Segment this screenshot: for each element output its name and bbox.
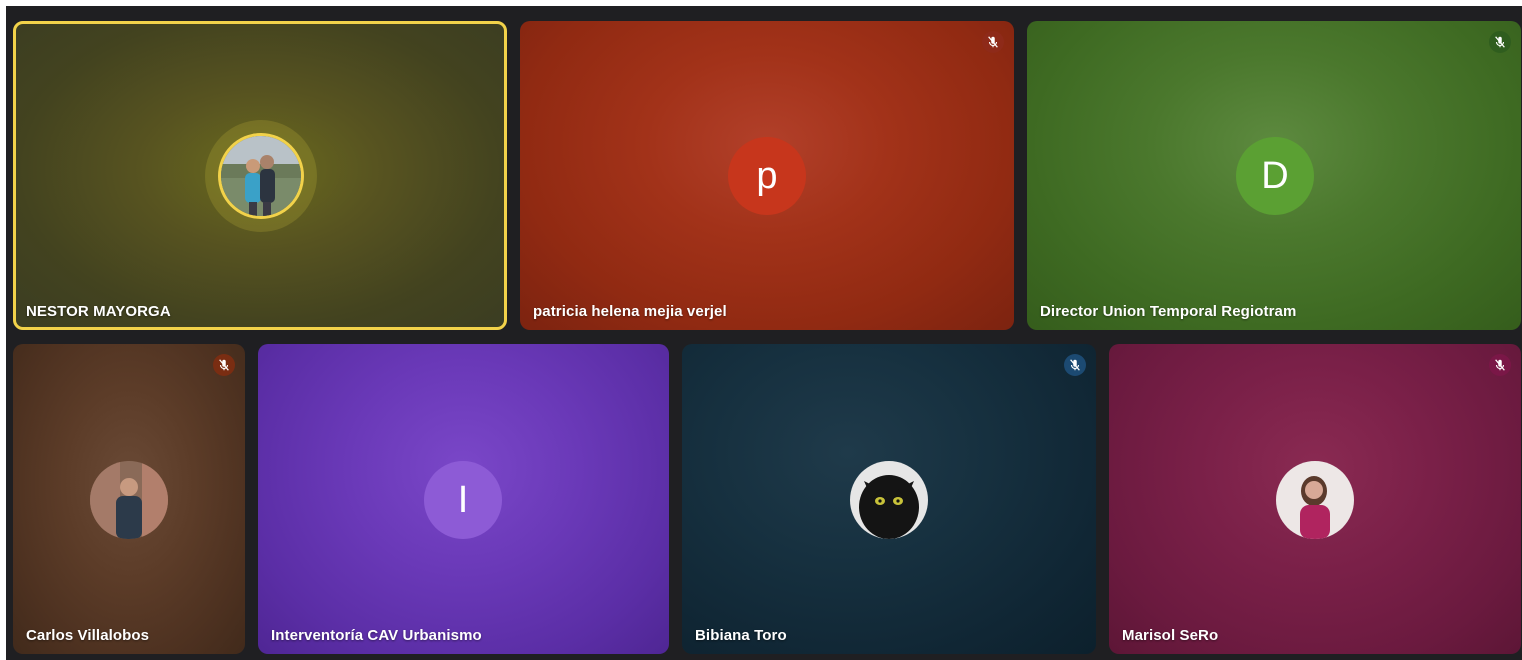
photo-icon — [1276, 461, 1354, 539]
participant-tile-bibiana-toro[interactable]: Bibiana Toro — [682, 344, 1096, 654]
participant-avatar: I — [424, 461, 502, 539]
participant-tile-marisol-sero[interactable]: Marisol SeRo — [1109, 344, 1521, 654]
video-grid: NESTOR MAYORGA p patricia helena mejia v… — [6, 6, 1522, 660]
participant-avatar — [221, 136, 301, 216]
participant-tile-interventoria-cav-urbanismo[interactable]: I Interventoría CAV Urbanismo — [258, 344, 669, 654]
participant-name: Director Union Temporal Regiotram — [1040, 303, 1297, 320]
mic-off-icon — [213, 354, 235, 376]
participant-tile-nestor-mayorga[interactable]: NESTOR MAYORGA — [13, 21, 507, 330]
participant-name: Interventoría CAV Urbanismo — [271, 627, 482, 644]
photo-icon — [90, 461, 168, 539]
photo-icon — [850, 461, 928, 539]
participant-name: NESTOR MAYORGA — [26, 303, 171, 320]
mic-off-icon — [1489, 354, 1511, 376]
participant-avatar — [90, 461, 168, 539]
photo-icon — [221, 136, 301, 216]
participant-name: Marisol SeRo — [1122, 627, 1219, 644]
participant-name: patricia helena mejia verjel — [533, 303, 727, 320]
avatar-initial: I — [457, 478, 469, 521]
participant-tile-carlos-villalobos[interactable]: Carlos Villalobos — [13, 344, 245, 654]
participant-avatar — [1276, 461, 1354, 539]
mic-off-icon — [982, 31, 1004, 53]
participant-tile-director-union-temporal-regiotram[interactable]: D Director Union Temporal Regiotram — [1027, 21, 1521, 330]
participant-tile-patricia-helena-mejia-verjel[interactable]: p patricia helena mejia verjel — [520, 21, 1014, 330]
avatar-initial: D — [1261, 154, 1289, 197]
avatar-initial: p — [756, 154, 778, 197]
mic-off-icon — [1489, 31, 1511, 53]
participant-avatar: D — [1236, 137, 1314, 215]
participant-name: Carlos Villalobos — [26, 627, 150, 644]
participant-name: Bibiana Toro — [695, 627, 787, 644]
participant-avatar — [850, 461, 928, 539]
participant-avatar: p — [728, 137, 806, 215]
mic-off-icon — [1064, 354, 1086, 376]
